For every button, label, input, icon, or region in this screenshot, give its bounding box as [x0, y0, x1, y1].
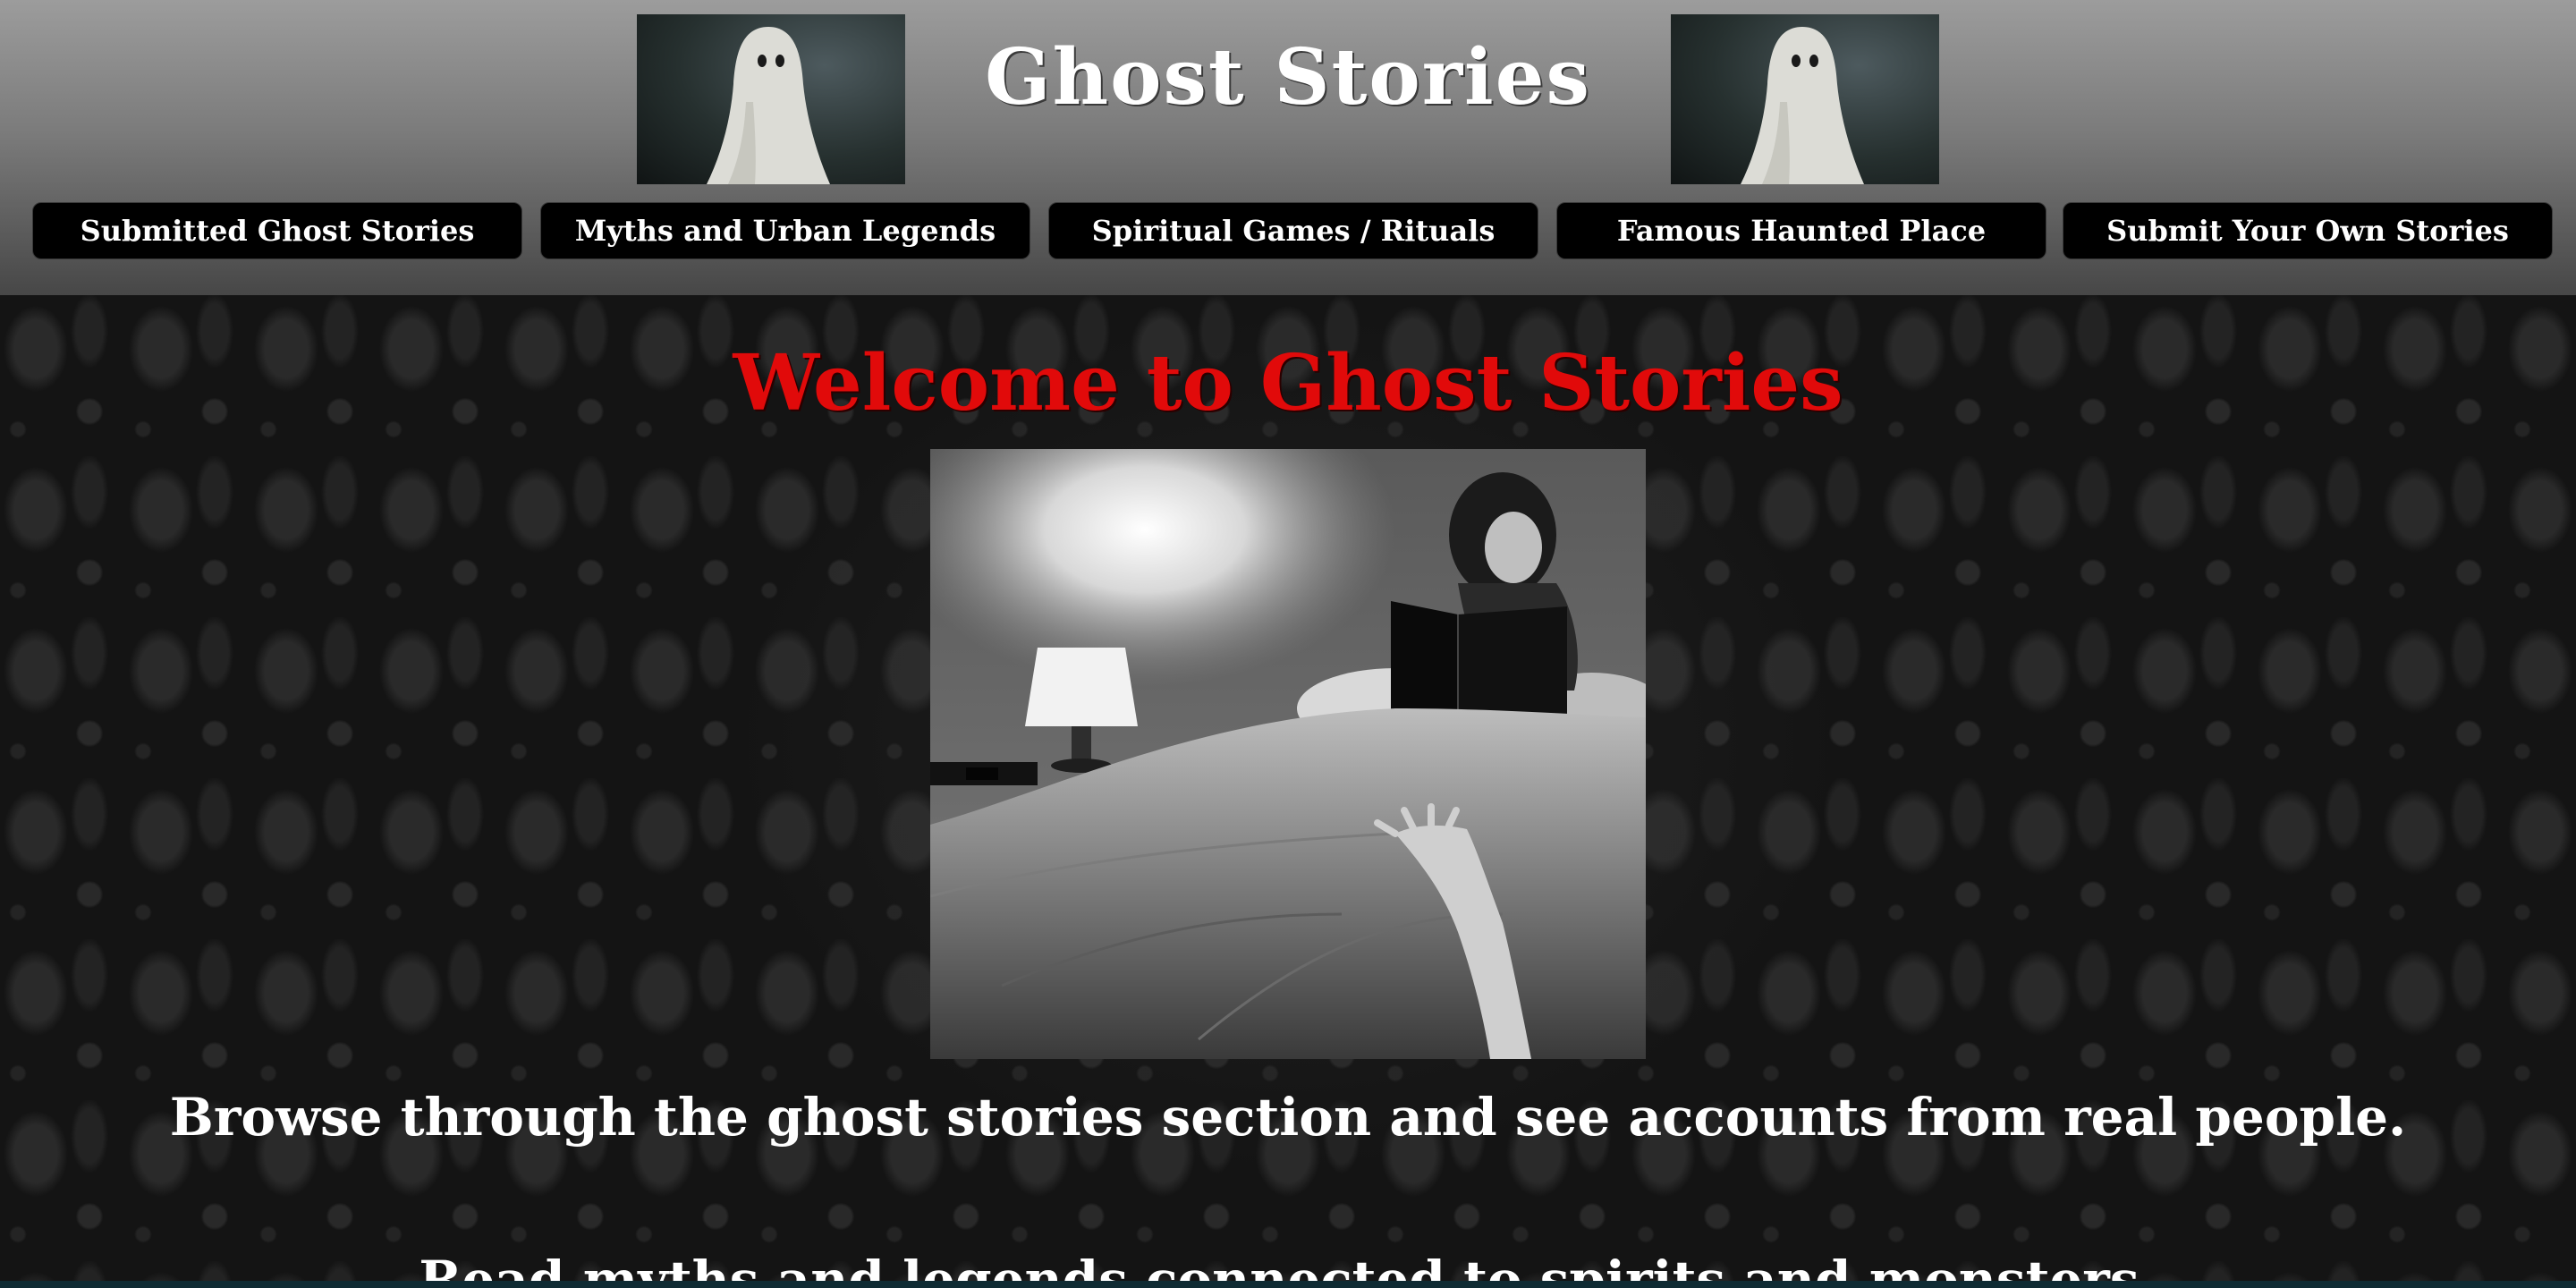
- ghost-photo-left: [637, 14, 905, 184]
- page: Ghost Stories Submitted Ghost Stories My…: [0, 0, 2576, 1288]
- main-content: Welcome to Ghost Stories Browse through …: [0, 295, 2576, 1288]
- site-header: Ghost Stories Submitted Ghost Stories My…: [0, 0, 2576, 295]
- ghost-photo-right: [1671, 14, 1939, 184]
- hero-image: [930, 449, 1646, 1059]
- nav-submit-your-own-stories[interactable]: Submit Your Own Stories: [2063, 202, 2553, 259]
- nav-submitted-ghost-stories[interactable]: Submitted Ghost Stories: [32, 202, 522, 259]
- nav-myths-and-urban-legends[interactable]: Myths and Urban Legends: [540, 202, 1030, 259]
- nav-famous-haunted-place[interactable]: Famous Haunted Place: [1556, 202, 2046, 259]
- nav-spiritual-games-rituals[interactable]: Spiritual Games / Rituals: [1048, 202, 1538, 259]
- intro-paragraph-1: Browse through the ghost stories section…: [169, 1087, 2407, 1148]
- bottom-strip: [0, 1281, 2576, 1288]
- main-nav: Submitted Ghost Stories Myths and Urban …: [32, 202, 2553, 261]
- welcome-heading: Welcome to Ghost Stories: [733, 338, 1843, 428]
- site-title: Ghost Stories: [985, 32, 1591, 123]
- ghost-sheet-icon: [1741, 27, 1864, 184]
- girl-reading-in-bed-icon: [930, 449, 1646, 1059]
- ghost-sheet-icon: [707, 27, 830, 184]
